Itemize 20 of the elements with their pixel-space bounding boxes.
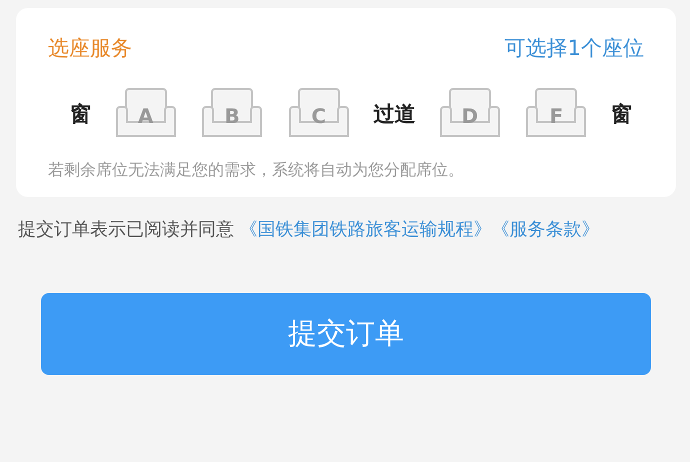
agreement-text: 提交订单表示已阅读并同意 《国铁集团铁路旅客运输规程》《服务条款》 <box>18 218 601 242</box>
card-title: 选座服务 <box>48 35 132 62</box>
agreement-link[interactable]: 《服务条款》 <box>492 219 600 240</box>
seat-button[interactable]: A <box>114 88 178 140</box>
seat-row-label: 窗 <box>70 101 91 128</box>
chair-icon <box>200 88 264 140</box>
seat-button[interactable]: B <box>200 88 264 140</box>
seat-button[interactable]: C <box>286 88 351 140</box>
chair-icon <box>438 88 502 140</box>
seat-row-label: 过道 <box>373 101 416 128</box>
seat-button[interactable]: D <box>438 88 502 140</box>
seat-row-label: 窗 <box>610 101 632 128</box>
seat-hint: 可选择1个座位 <box>504 35 644 62</box>
chair-icon <box>286 88 351 140</box>
chair-icon <box>524 88 588 140</box>
seat-note: 若剩余席位无法满足您的需求，系统将自动为您分配席位。 <box>48 160 465 181</box>
agreement-link[interactable]: 《国铁集团铁路旅客运输规程》 <box>240 219 492 240</box>
seat-button[interactable]: F <box>524 88 588 140</box>
submit-button[interactable]: 提交订单 <box>41 293 651 375</box>
chair-icon <box>114 88 178 140</box>
